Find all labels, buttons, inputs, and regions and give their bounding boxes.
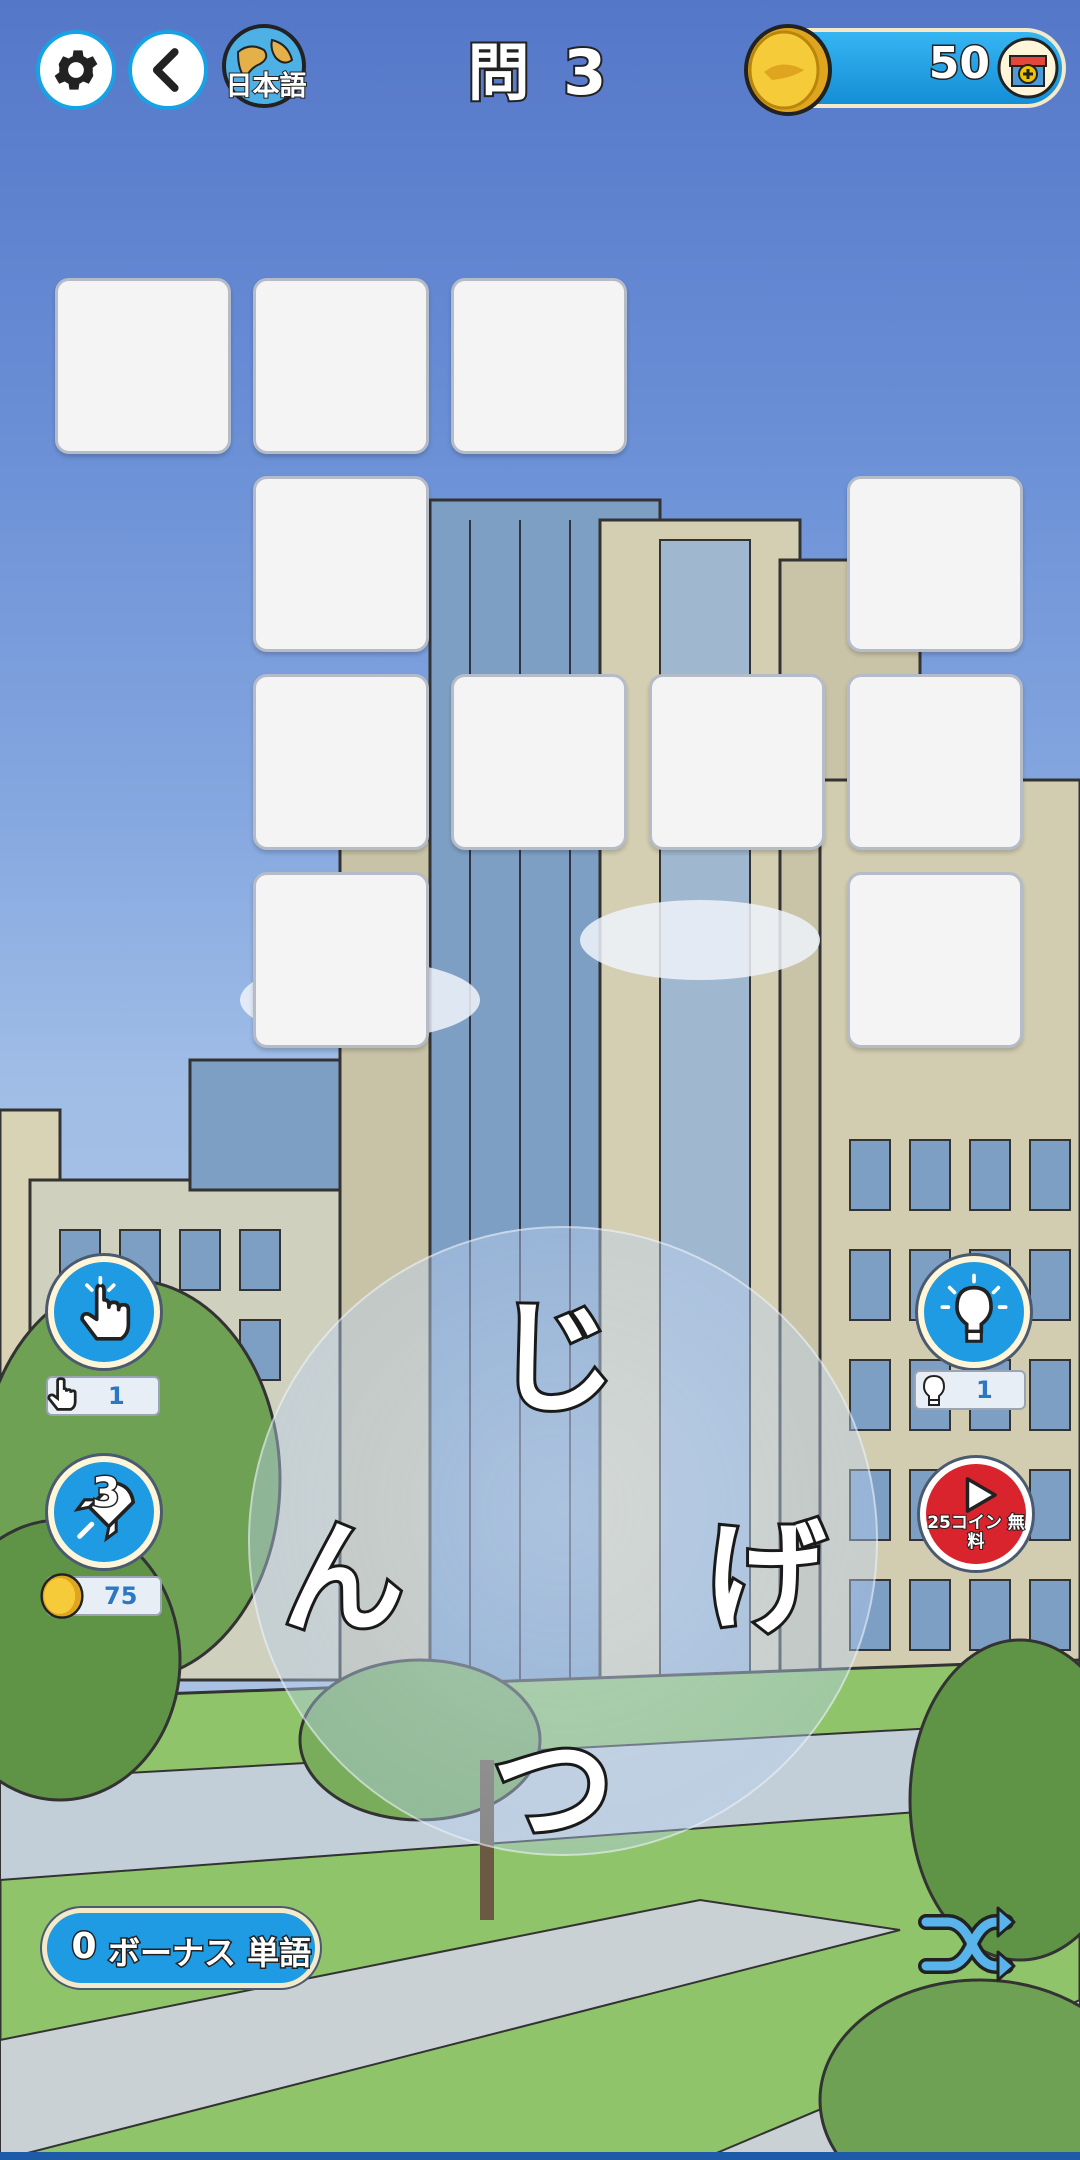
game-screen: 日本語 問 3 50 1 3 75 1 25コイン 無料 じ ん げ つ 0 ボ… [0, 0, 1080, 2160]
video-reward-label: 25コイン 無料 [926, 1513, 1026, 1553]
grid-tile [253, 476, 429, 652]
rocket-hint-cost: 75 [104, 1582, 138, 1610]
tap-finger-icon [47, 1377, 77, 1411]
bonus-words-count: 0 [70, 1925, 98, 1969]
back-button[interactable] [128, 30, 208, 110]
bonus-words-label: ボーナス 単語 [107, 1933, 313, 1974]
coin-icon [40, 1573, 84, 1619]
grid-tile [55, 278, 231, 454]
level-title: 問 3 [466, 34, 613, 111]
tap-finger-icon [80, 1276, 131, 1341]
shuffle-icon[interactable] [918, 1900, 1018, 1990]
finger-hint-count: 1 [108, 1382, 125, 1410]
wheel-letter[interactable]: げ [690, 1480, 840, 1657]
finger-hint-button[interactable] [48, 1256, 160, 1368]
lightbulb-hint-count: 1 [976, 1376, 993, 1404]
grid-tile [847, 476, 1023, 652]
grid-tile [451, 278, 627, 454]
chevron-left-icon [152, 48, 179, 92]
language-label[interactable]: 日本語 [216, 64, 316, 103]
shop-plus-icon[interactable] [996, 36, 1060, 100]
lightbulb-hint-button[interactable] [918, 1256, 1030, 1368]
grid-tile [847, 872, 1023, 1048]
rocket-hint-badge: 3 [91, 1469, 122, 1518]
grid-tile [253, 278, 429, 454]
lightbulb-icon [940, 1273, 1008, 1343]
settings-button[interactable] [36, 30, 116, 110]
play-icon [965, 1477, 997, 1513]
wheel-letter[interactable]: つ [478, 1690, 628, 1867]
gear-icon [54, 50, 98, 90]
grid-tile [451, 674, 627, 850]
grid-tile [253, 872, 429, 1048]
coin-count: 50 [927, 37, 991, 91]
wheel-letter[interactable]: ん [268, 1480, 418, 1657]
coin-icon [744, 24, 832, 116]
grid-tile [649, 674, 825, 850]
grid-tile [847, 674, 1023, 850]
wheel-letter[interactable]: じ [480, 1260, 630, 1437]
lightbulb-icon [922, 1374, 946, 1406]
grid-tile [253, 674, 429, 850]
